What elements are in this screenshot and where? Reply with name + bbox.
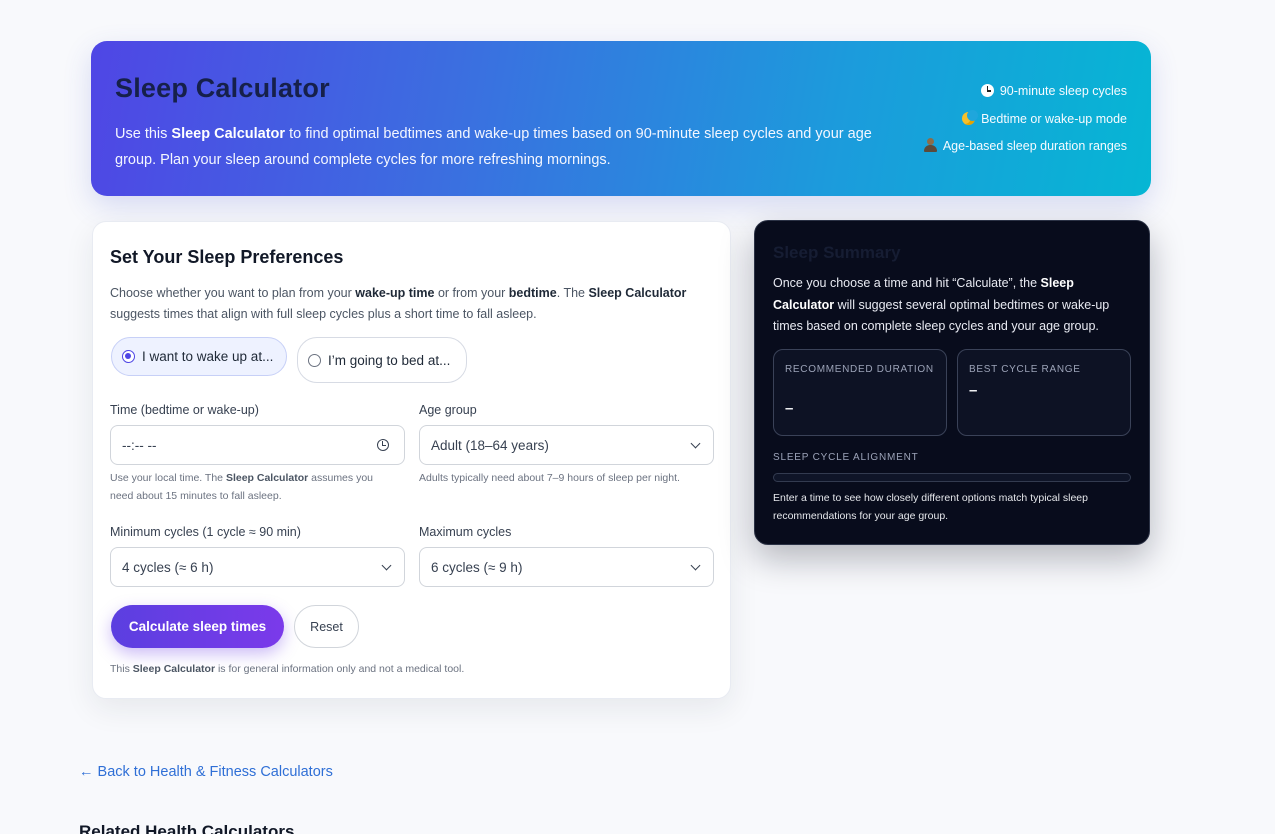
reset-button[interactable]: Reset [294,605,359,648]
radio-unselected-icon[interactable] [308,353,321,367]
feature-item: 90-minute sleep cycles [924,81,1127,109]
intro-text: Use this Sleep Calculator to find optima… [115,126,872,168]
age-group-label: Age group [419,403,477,417]
summary-title: Sleep Summary [773,243,901,262]
min-cycles-select[interactable]: 4 cycles (≈ 6 h) [110,547,405,587]
recommended-duration-label: RECOMMENDED DURATION [785,364,934,375]
chevron-down-icon [690,560,701,570]
calculate-button[interactable]: Calculate sleep times [111,605,284,648]
recommended-duration-stat: RECOMMENDED DURATION – [773,349,947,436]
radio-selected-icon[interactable] [122,350,135,363]
recommended-duration-value: – [785,400,794,417]
time-input[interactable]: --:-- -- [110,425,405,465]
chevron-down-icon [690,438,701,448]
sleep-summary-card: Sleep Summary Once you choose a time and… [754,220,1150,545]
alignment-label: SLEEP CYCLE ALIGNMENT [773,452,919,463]
feature-item: Bedtime or wake-up mode [924,109,1127,137]
moon-icon [962,109,979,125]
preferences-title: Set Your Sleep Preferences [110,247,344,267]
person-icon [923,138,937,152]
preferences-card: Set Your Sleep Preferences Choose whethe… [92,221,731,699]
mode-bedtime-option[interactable]: I’m going to bed at... [297,337,467,383]
summary-description: Once you choose a time and hit “Calculat… [773,276,1110,333]
hero-banner: Sleep Calculator Use this Sleep Calculat… [91,41,1151,196]
age-group-select[interactable]: Adult (18–64 years) [419,425,714,465]
chevron-down-icon [381,560,392,570]
preferences-description: Choose whether you want to plan from you… [110,286,687,321]
alignment-note: Enter a time to see how closely differen… [773,492,1088,522]
best-cycle-range-stat: BEST CYCLE RANGE – [957,349,1131,436]
page-title: Sleep Calculator [115,73,330,103]
time-label: Time (bedtime or wake-up) [110,403,259,417]
feature-item: Age-based sleep duration ranges [923,136,1127,164]
alignment-progress-bar [773,473,1131,482]
disclaimer-text: This Sleep Calculator is for general inf… [110,663,465,675]
back-to-calculators-link[interactable]: ← Back to Health & Fitness Calculators [79,764,333,780]
clock-icon [980,84,994,97]
max-cycles-label: Maximum cycles [419,525,512,539]
min-cycles-label: Minimum cycles (1 cycle ≈ 90 min) [110,525,301,539]
clock-icon[interactable] [377,439,389,451]
time-help-text: Use your local time. The Sleep Calculato… [110,472,373,502]
mode-wake-up-option[interactable]: I want to wake up at... [111,337,287,376]
related-calculators-heading: Related Health Calculators [79,822,295,834]
best-cycle-range-label: BEST CYCLE RANGE [969,364,1081,375]
age-help-text: Adults typically need about 7–9 hours of… [419,472,680,484]
best-cycle-range-value: – [969,382,978,399]
feature-list: 90-minute sleep cycles Bedtime or wake-u… [923,81,1127,164]
max-cycles-select[interactable]: 6 cycles (≈ 9 h) [419,547,714,587]
